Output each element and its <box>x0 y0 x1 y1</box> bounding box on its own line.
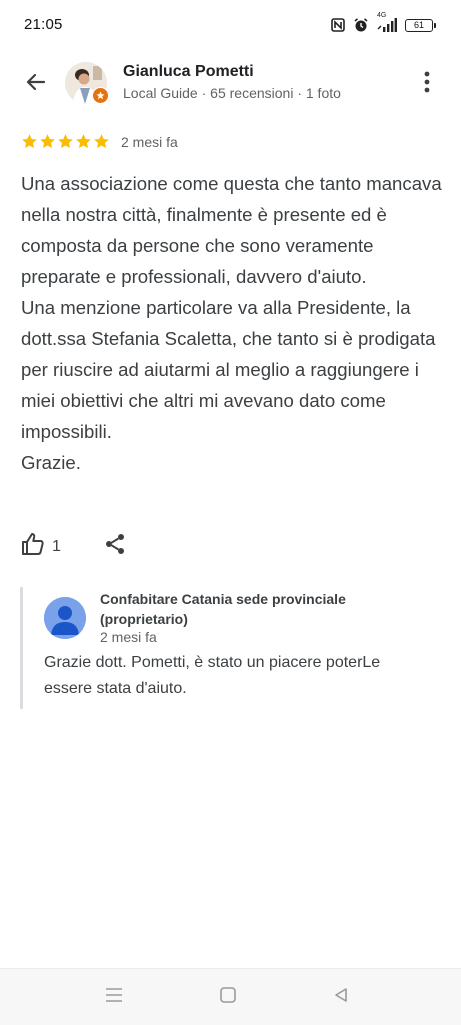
share-button[interactable] <box>103 532 127 561</box>
star-icon <box>22 134 37 149</box>
like-count: 1 <box>52 537 61 555</box>
nav-menu-button[interactable] <box>102 985 126 1009</box>
local-guide-badge-icon <box>92 87 109 104</box>
status-time: 21:05 <box>24 16 63 33</box>
back-button[interactable] <box>20 68 52 100</box>
status-icons: 4G 61 <box>331 12 436 34</box>
more-vert-icon <box>424 71 430 98</box>
alarm-icon <box>353 17 369 33</box>
thumb-up-icon <box>20 531 46 562</box>
reply-text: Grazie dott. Pometti, è stato un piacere… <box>44 654 381 697</box>
star-icon <box>40 134 55 149</box>
owner-reply: Confabitare Catania sede provinciale (pr… <box>20 587 443 709</box>
reply-date: 2 mesi fa <box>100 629 157 645</box>
owner-avatar <box>44 597 86 639</box>
system-nav-bar <box>0 968 461 1025</box>
nav-back-button[interactable] <box>329 985 353 1009</box>
owner-name-text: Confabitare Catania sede provinciale <box>100 591 346 607</box>
back-triangle-icon <box>332 986 350 1009</box>
star-icon <box>94 134 109 149</box>
status-bar: 21:05 4G 61 <box>0 0 461 48</box>
network-label: 4G <box>377 12 387 19</box>
share-icon <box>103 532 127 561</box>
star-rating <box>21 133 110 150</box>
owner-name: Confabitare Catania sede provinciale (pr… <box>100 589 400 629</box>
review-text: Una associazione come questa che tanto m… <box>21 173 442 473</box>
reviewer-meta: Local Guide · 65 recensioni · 1 foto <box>123 85 341 101</box>
rating-row: 2 mesi fa <box>21 133 178 150</box>
battery-icon: 61 <box>405 18 436 32</box>
signal-icon: 4G <box>377 12 397 32</box>
menu-icon <box>104 987 124 1008</box>
review-header: Gianluca Pometti Local Guide · 65 recens… <box>0 50 461 120</box>
nfc-icon <box>331 18 345 32</box>
star-icon <box>58 134 73 149</box>
star-icon <box>76 134 91 149</box>
battery-level: 61 <box>413 19 424 30</box>
more-options-button[interactable] <box>415 68 439 100</box>
arrow-left-icon <box>24 70 48 99</box>
review-actions: 1 <box>20 531 127 562</box>
like-button[interactable]: 1 <box>20 531 61 562</box>
nav-home-button[interactable] <box>216 985 240 1009</box>
owner-role: (proprietario) <box>100 611 188 627</box>
home-square-icon <box>219 986 237 1009</box>
reviewer-name[interactable]: Gianluca Pometti <box>123 63 254 81</box>
review-date: 2 mesi fa <box>121 133 178 150</box>
